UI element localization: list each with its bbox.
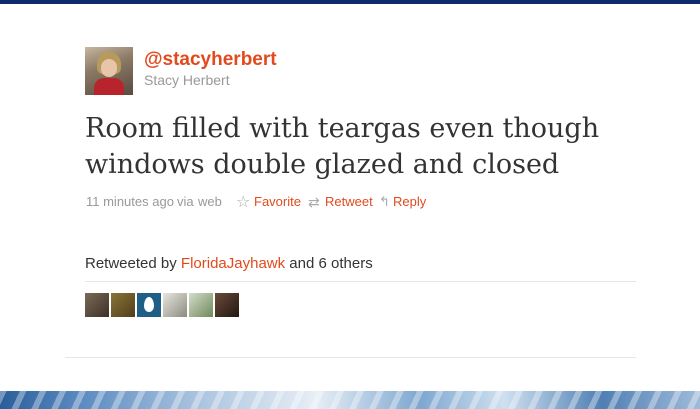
via-label: via bbox=[177, 194, 194, 209]
retweeter-avatar-default-egg[interactable] bbox=[137, 293, 161, 317]
others-count-label: and 6 others bbox=[289, 255, 373, 272]
screen-name-link[interactable]: @stacyherbert bbox=[144, 49, 277, 71]
retweeter-avatar[interactable] bbox=[111, 293, 135, 317]
star-icon[interactable]: ☆ bbox=[236, 192, 250, 212]
retweeter-link[interactable]: FloridaJayhawk bbox=[181, 255, 285, 272]
divider bbox=[65, 357, 636, 358]
retweet-icon[interactable]: ⇄ bbox=[308, 194, 320, 211]
divider bbox=[85, 281, 636, 282]
retweeter-avatar[interactable] bbox=[163, 293, 187, 317]
tweet-text: Room filled with teargas even though win… bbox=[85, 113, 600, 180]
source-link[interactable]: web bbox=[198, 194, 222, 209]
egg-icon bbox=[144, 297, 154, 312]
retweeter-avatar[interactable] bbox=[215, 293, 239, 317]
full-name: Stacy Herbert bbox=[144, 72, 230, 88]
retweet-button[interactable]: Retweet bbox=[325, 194, 373, 209]
retweeter-avatar[interactable] bbox=[189, 293, 213, 317]
avatar-face bbox=[101, 59, 117, 77]
retweeted-by-label: Retweeted by bbox=[85, 255, 177, 272]
retweeted-by-line: Retweeted by FloridaJayhawk and 6 others bbox=[85, 255, 373, 272]
reply-button[interactable]: Reply bbox=[393, 194, 426, 209]
tweet-card: @stacyherbert Stacy Herbert Room filled … bbox=[0, 4, 700, 391]
reply-icon[interactable]: ↰ bbox=[379, 194, 390, 210]
favorite-button[interactable]: Favorite bbox=[254, 194, 301, 209]
retweeter-avatar[interactable] bbox=[85, 293, 109, 317]
background-image-strip bbox=[0, 391, 700, 409]
avatar-body bbox=[94, 78, 124, 95]
timestamp-link[interactable]: 11 minutes ago bbox=[86, 194, 174, 209]
user-avatar[interactable] bbox=[85, 47, 133, 95]
